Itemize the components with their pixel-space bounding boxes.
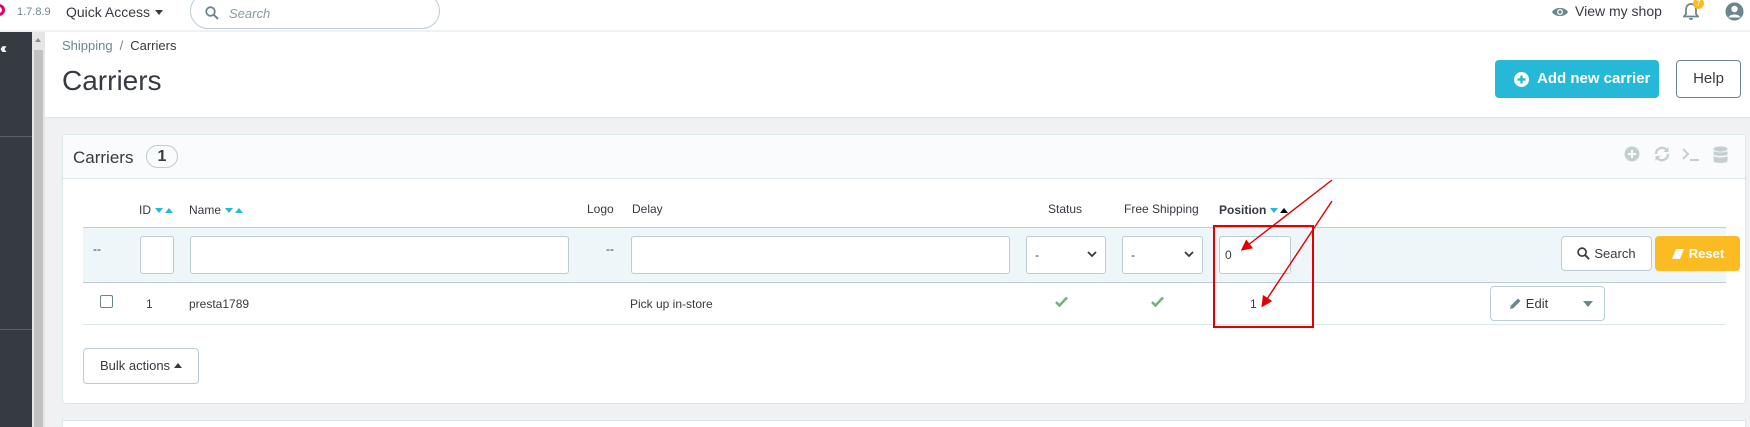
row-name: presta1789 <box>189 297 250 311</box>
row-delay: Pick up in-store <box>630 297 713 311</box>
page-header: Shipping / Carriers Carriers Add new carri… <box>45 32 1750 118</box>
row-id: 1 <box>146 297 153 311</box>
filter-row: -- -- - - Search Reset <box>83 227 1740 283</box>
row-select-checkbox[interactable] <box>100 295 113 308</box>
search-icon <box>1577 247 1591 260</box>
caret-down-icon <box>155 10 164 15</box>
column-header-id[interactable]: ID <box>139 202 173 217</box>
notification-badge: 7 <box>1693 0 1704 9</box>
row-actions-group: Edit <box>1490 286 1605 321</box>
eye-icon <box>1552 7 1568 17</box>
row-actions-dropdown-toggle[interactable] <box>1571 287 1605 320</box>
scrollbar-thumb[interactable] <box>34 50 43 427</box>
edit-label: Edit <box>1525 296 1549 311</box>
prestashop-logo-icon[interactable] <box>0 4 5 16</box>
bulk-actions-label: Bulk actions <box>99 358 171 373</box>
filter-search-label: Search <box>1594 246 1636 261</box>
bulk-filter-placeholder: -- <box>93 242 101 256</box>
eraser-icon <box>1671 249 1684 259</box>
notifications-button[interactable]: 7 <box>1682 0 1704 24</box>
page-scrollbar[interactable] <box>32 32 45 427</box>
logo-filter-placeholder: -- <box>606 242 614 256</box>
view-my-shop-label: View my shop <box>1575 3 1662 19</box>
page-title: Carriers <box>62 65 162 96</box>
filter-reset-label: Reset <box>1688 246 1725 261</box>
column-header-name[interactable]: Name <box>189 202 244 217</box>
sidebar: ‹‹ <box>0 32 32 427</box>
scroll-up-arrow-icon[interactable] <box>35 38 41 42</box>
panel-header: Carriers 1 <box>63 135 1745 179</box>
version-label: 1.7.8.9 <box>17 6 51 18</box>
database-icon[interactable] <box>1713 146 1728 167</box>
filter-search-button[interactable]: Search <box>1561 236 1652 271</box>
filter-id-input[interactable] <box>140 236 174 274</box>
filter-name-input[interactable] <box>190 236 569 274</box>
help-button[interactable]: Help <box>1676 60 1741 98</box>
next-panel-edge <box>62 420 1746 427</box>
header-search[interactable] <box>190 0 440 29</box>
free-shipping-check-icon[interactable] <box>1151 296 1164 310</box>
column-header-free-shipping: Free Shipping <box>1124 202 1199 216</box>
column-position-label: Position <box>1219 203 1267 217</box>
sql-terminal-icon[interactable] <box>1682 146 1700 165</box>
column-header-logo: Logo <box>587 202 614 216</box>
header-search-input[interactable] <box>229 2 429 24</box>
plus-circle-icon <box>1514 72 1529 87</box>
breadcrumb-separator: / <box>119 38 124 53</box>
table-row: 1 presta1789 Pick up in-store 1 Edit <box>83 283 1726 325</box>
row-position[interactable]: 1 <box>1250 297 1257 311</box>
add-new-carrier-button[interactable]: Add new carrier <box>1495 60 1659 98</box>
filter-status-select[interactable]: - <box>1026 236 1106 274</box>
chevron-down-icon <box>1087 251 1097 258</box>
column-header-delay: Delay <box>632 202 663 216</box>
breadcrumb-shipping-link[interactable]: Shipping <box>62 38 113 53</box>
filter-free-shipping-select[interactable]: - <box>1122 236 1203 274</box>
sidebar-divider <box>0 329 32 330</box>
column-id-label: ID <box>139 203 151 217</box>
sort-arrows-icon[interactable] <box>225 202 244 216</box>
quick-access-dropdown[interactable]: Quick Access <box>66 4 164 20</box>
caret-down-icon <box>1583 301 1593 307</box>
add-new-carrier-label: Add new carrier <box>1537 70 1651 87</box>
sidebar-divider <box>0 136 32 137</box>
filter-position-input[interactable] <box>1219 236 1291 274</box>
carriers-panel: Carriers 1 ID Name Logo Delay Status Fre… <box>62 134 1746 404</box>
breadcrumb-current: Carriers <box>130 38 177 53</box>
search-icon <box>205 6 219 23</box>
bulk-actions-button[interactable]: Bulk actions <box>83 348 199 384</box>
column-header-status: Status <box>1048 202 1083 216</box>
filter-delay-input[interactable] <box>631 236 1010 274</box>
status-enabled-check-icon[interactable] <box>1055 296 1068 310</box>
sort-arrows-icon[interactable] <box>155 202 173 216</box>
caret-up-icon <box>174 363 183 368</box>
column-header-position[interactable]: Position <box>1219 202 1289 217</box>
add-circle-icon[interactable] <box>1624 146 1640 165</box>
pencil-icon <box>1509 298 1521 309</box>
chevron-down-icon <box>1184 251 1194 258</box>
sort-arrows-icon[interactable] <box>1270 202 1289 216</box>
filter-free-shipping-value: - <box>1131 248 1135 262</box>
top-header: 1.7.8.9 Quick Access View my shop 7 <box>0 0 1750 30</box>
filter-reset-button[interactable]: Reset <box>1655 236 1740 271</box>
filter-status-value: - <box>1035 248 1039 262</box>
view-my-shop-link[interactable]: View my shop <box>1551 3 1662 19</box>
collapse-sidebar-icon[interactable]: ‹‹ <box>0 40 7 57</box>
carrier-count-badge: 1 <box>146 145 178 168</box>
quick-access-label: Quick Access <box>66 4 151 20</box>
panel-title: Carriers <box>73 148 134 167</box>
user-account-icon[interactable] <box>1725 2 1744 24</box>
column-name-label: Name <box>189 203 222 217</box>
refresh-icon[interactable] <box>1653 146 1671 165</box>
breadcrumb: Shipping / Carriers <box>62 38 176 53</box>
edit-button[interactable]: Edit <box>1491 287 1566 320</box>
